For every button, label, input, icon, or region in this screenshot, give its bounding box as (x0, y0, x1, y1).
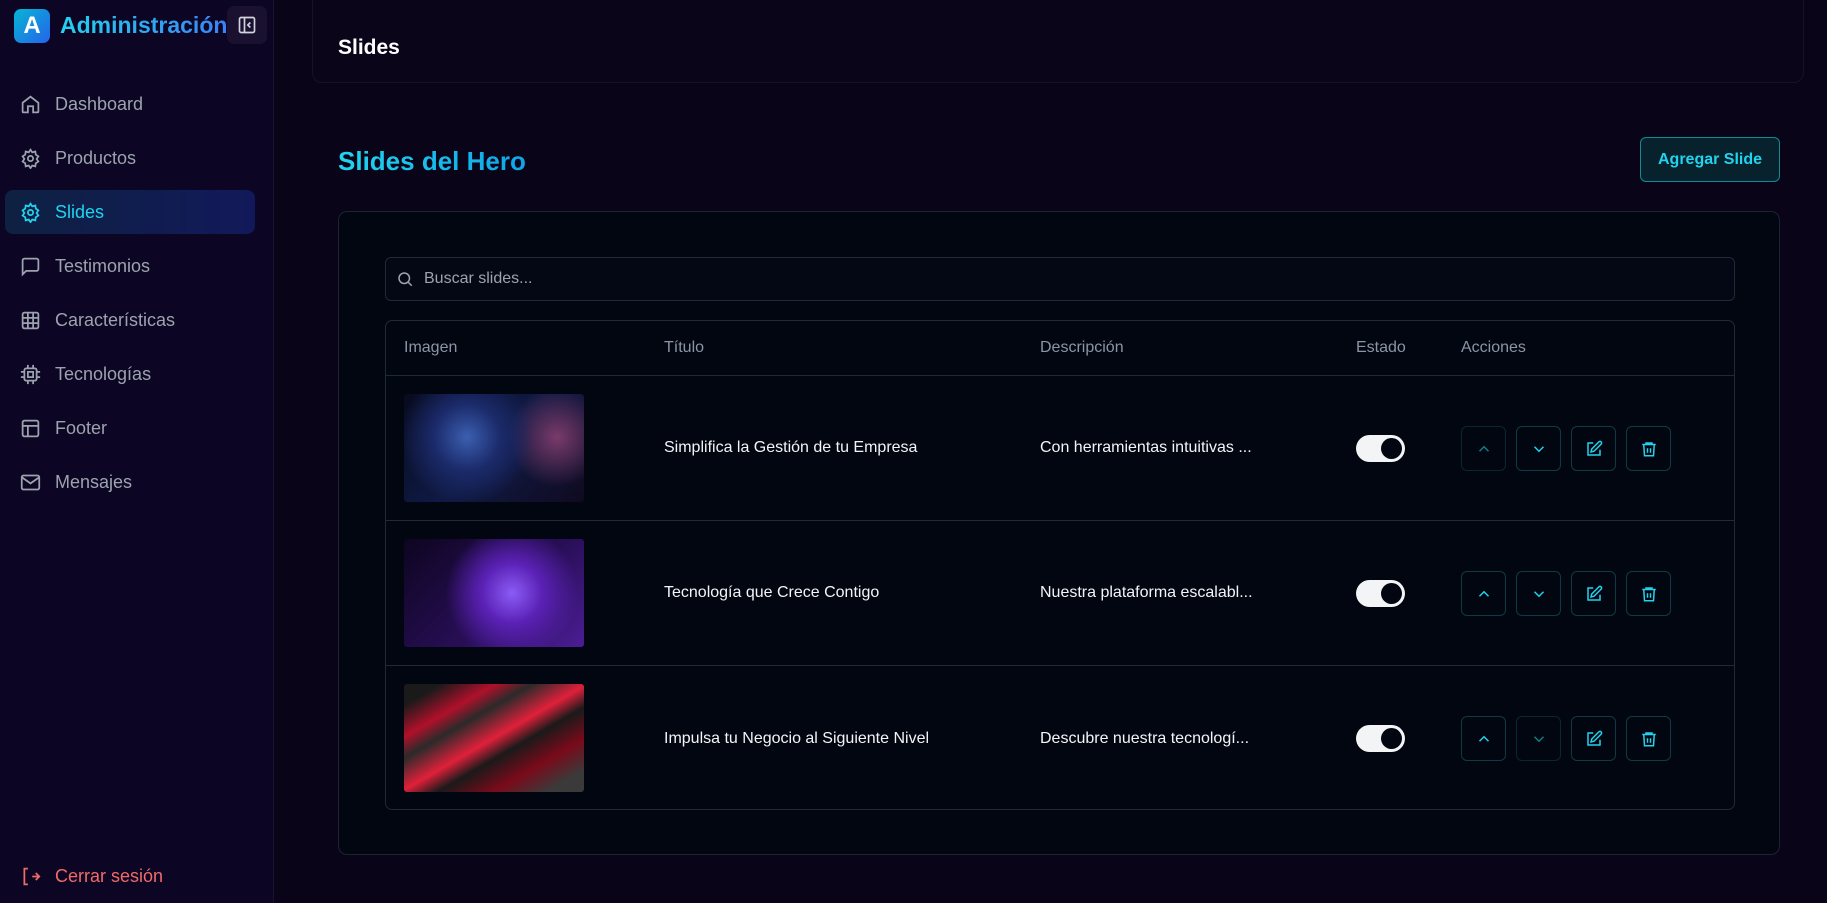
edit-button[interactable] (1571, 571, 1616, 616)
collapse-sidebar-button[interactable] (227, 6, 267, 44)
edit-button[interactable] (1571, 426, 1616, 471)
sidebar-item-slides[interactable]: Slides (5, 190, 255, 234)
slides-card: Imagen Título Descripción Estado Accione… (338, 211, 1780, 855)
column-header-estado: Estado (1356, 339, 1406, 356)
chevron-up-icon (1478, 735, 1489, 742)
sidebar-item-dashboard[interactable]: Dashboard (5, 82, 255, 126)
edit-icon (1586, 585, 1602, 601)
sidebar-item-footer[interactable]: Footer (5, 406, 255, 450)
sidebar-item-label: Productos (55, 147, 137, 168)
sidebar-item-label: Dashboard (55, 93, 144, 114)
trash-icon (1641, 731, 1656, 746)
sidebar-item-label: Mensajes (55, 471, 133, 492)
search-icon (398, 272, 413, 287)
sidebar-item-label: Testimonios (55, 255, 151, 276)
table-row: Simplifica la Gestión de tu Empresa Con … (386, 376, 1734, 521)
status-toggle[interactable] (1356, 580, 1405, 607)
slide-title: Tecnología que Crece Contigo (664, 584, 880, 601)
section-title: Slides del Hero (338, 146, 526, 176)
delete-button[interactable] (1626, 571, 1671, 616)
gear-icon (21, 201, 40, 223)
gear-icon (21, 147, 40, 169)
chip-icon (20, 364, 41, 384)
logo: A (14, 9, 50, 43)
delete-button[interactable] (1626, 426, 1671, 471)
table-row: Tecnología que Crece Contigo Nuestra pla… (386, 521, 1734, 666)
column-header-titulo: Título (664, 339, 705, 356)
chevron-up-icon (1478, 590, 1489, 597)
move-down-button[interactable] (1516, 716, 1561, 761)
column-header-acciones: Acciones (1461, 339, 1526, 356)
message-icon (21, 257, 40, 276)
slide-description: Nuestra plataforma escalabl... (1040, 584, 1253, 601)
sidebar: A Administración Dashboard Productos Sli… (0, 0, 274, 903)
sidebar-item-label: Footer (55, 417, 108, 438)
move-down-button[interactable] (1516, 571, 1561, 616)
table-row: Impulsa tu Negocio al Siguiente Nivel De… (386, 666, 1734, 809)
trash-icon (1641, 586, 1656, 601)
chevron-down-icon (1533, 445, 1544, 452)
sidebar-item-label: Características (55, 309, 176, 330)
slide-description: Con herramientas intuitivas ... (1040, 439, 1252, 456)
layout-icon (21, 419, 40, 437)
sidebar-item-label: Slides (55, 201, 105, 222)
logout-label: Cerrar sesión (55, 866, 164, 886)
mail-icon (20, 474, 41, 490)
sidebar-nav: Dashboard Productos Slides Testimonios C… (5, 82, 255, 514)
edit-icon (1586, 440, 1602, 456)
edit-icon (1586, 730, 1602, 746)
chevron-up-icon (1478, 445, 1489, 452)
sidebar-item-testimonios[interactable]: Testimonios (5, 244, 255, 288)
slide-title: Impulsa tu Negocio al Siguiente Nivel (664, 729, 930, 747)
slide-thumbnail (404, 684, 584, 792)
sidebar-item-caracteristicas[interactable]: Características (5, 298, 255, 342)
sidebar-item-mensajes[interactable]: Mensajes (5, 460, 255, 504)
chevron-down-icon (1533, 735, 1544, 742)
page-title: Slides (338, 36, 400, 59)
panel-collapse-icon (238, 16, 256, 34)
table-header: Imagen Título Descripción Estado Accione… (386, 321, 1734, 376)
slide-description: Descubre nuestra tecnologí... (1040, 729, 1250, 747)
move-up-button[interactable] (1461, 716, 1506, 761)
sidebar-item-tecnologias[interactable]: Tecnologías (5, 352, 255, 396)
move-up-button[interactable] (1461, 571, 1506, 616)
home-icon (21, 95, 40, 113)
brand-title: Administración (60, 12, 228, 38)
delete-button[interactable] (1626, 716, 1671, 761)
row-actions (1461, 426, 1671, 471)
slide-thumbnail (404, 394, 584, 502)
sidebar-item-label: Tecnologías (55, 363, 152, 384)
slide-thumbnail (404, 539, 584, 647)
column-header-descripcion: Descripción (1040, 339, 1124, 356)
slides-table: Imagen Título Descripción Estado Accione… (385, 320, 1735, 810)
logo-letter: A (23, 12, 41, 39)
grid-icon (21, 311, 40, 329)
status-toggle[interactable] (1356, 725, 1405, 752)
move-down-button[interactable] (1516, 426, 1561, 471)
edit-button[interactable] (1571, 716, 1616, 761)
add-slide-button[interactable]: Agregar Slide (1640, 137, 1780, 182)
row-actions (1461, 571, 1671, 616)
status-toggle[interactable] (1356, 435, 1405, 462)
sidebar-item-productos[interactable]: Productos (5, 136, 255, 180)
column-header-imagen: Imagen (404, 339, 458, 356)
chevron-down-icon (1533, 590, 1544, 597)
row-actions (1461, 716, 1671, 761)
page-header: Slides (312, 0, 1804, 83)
trash-icon (1641, 441, 1656, 456)
search-box (385, 257, 1735, 301)
logout-icon (23, 867, 41, 886)
slide-title: Simplifica la Gestión de tu Empresa (664, 439, 918, 456)
move-up-button[interactable] (1461, 426, 1506, 471)
logout-button[interactable]: Cerrar sesión (20, 866, 163, 887)
search-input[interactable] (424, 270, 1734, 288)
